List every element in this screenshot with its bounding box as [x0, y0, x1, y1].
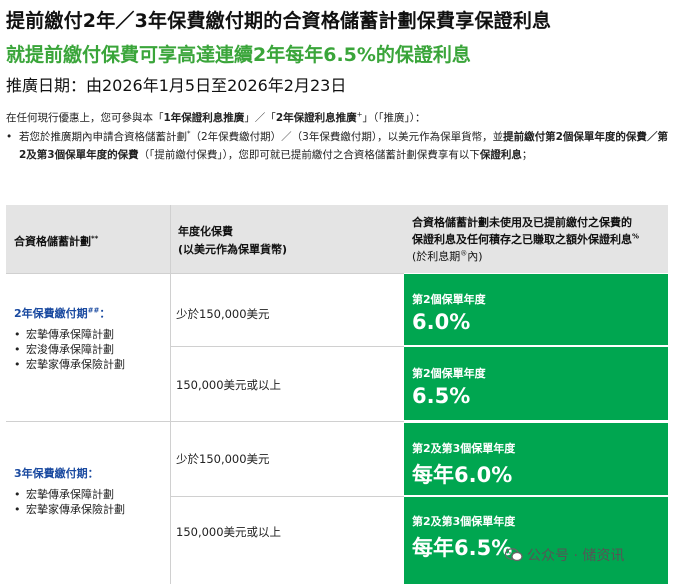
promo-headline: 就提前繳付保費可享高達連續2年每年6.5%的保證利息	[6, 44, 471, 66]
promo-period: 推廣日期：由2026年1月5日至2026年2月23日	[6, 76, 347, 95]
rate-cell: 第2及第3個保單年度 每年6.0%	[404, 423, 668, 495]
header-guaranteed-interest: 合資格儲蓄計劃未使用及已提前繳付之保費的 保證利息及任何積存之已賺取之額外保證利…	[404, 205, 668, 273]
header-premium: 年度化保費 (以美元作為保單貨幣)	[170, 205, 404, 273]
page-title: 提前繳付2年／3年保費繳付期的合資格儲蓄計劃保費享保證利息	[6, 10, 552, 32]
premium-tier: 少於150,000美元	[176, 307, 270, 321]
row-divider	[6, 421, 404, 422]
group-2yr-payment: 2年保費繳付期##： 宏摯傳承保障計劃 宏浚傳承保障計劃 宏摯家傳承保險計劃	[6, 273, 170, 421]
group-label: 3年保費繳付期：	[14, 467, 99, 480]
premium-tier: 少於150,000美元	[176, 452, 270, 466]
row-divider	[170, 496, 404, 497]
watermark: 公众号 · 储资讯	[504, 545, 624, 565]
group-3yr-payment: 3年保費繳付期： 宏摯傳承保障計劃 宏摯家傳承保險計劃	[6, 421, 170, 584]
group-label: 2年保費繳付期##：	[14, 306, 111, 320]
column-divider	[170, 205, 171, 584]
plan-item: 宏摯傳承保障計劃	[14, 327, 125, 342]
intro-paragraph: 在任何現行優惠上，您可參與本「1年保證利息推廣」／「2年保證利息推廣+」（「推廣…	[6, 110, 426, 124]
plan-item: 宏摯家傳承保險計劃	[14, 357, 125, 372]
bullet-dot: •	[6, 131, 13, 143]
row-divider	[6, 273, 404, 274]
premium-tier: 150,000美元或以上	[176, 525, 282, 539]
bullet-text: 若您於推廣期內申請合資格儲蓄計劃*（2年保費繳付期）／（3年保費繳付期），以美元…	[19, 129, 668, 161]
header-plan: 合資格儲蓄計劃**	[6, 205, 170, 273]
plan-item: 宏摯家傳承保險計劃	[14, 502, 125, 517]
rate-cell: 第2及第3個保單年度 每年6.5%	[404, 497, 668, 584]
wechat-icon	[504, 548, 523, 562]
premium-tier: 150,000美元或以上	[176, 378, 282, 392]
interest-rate-table: 合資格儲蓄計劃** 年度化保費 (以美元作為保單貨幣) 合資格儲蓄計劃未使用及已…	[6, 205, 668, 584]
rate-cell: 第2個保單年度 6.0%	[404, 274, 668, 345]
plan-item: 宏浚傳承保障計劃	[14, 342, 125, 357]
intro-bullet: • 若您於推廣期內申請合資格儲蓄計劃*（2年保費繳付期）／（3年保費繳付期），以…	[6, 128, 671, 164]
plan-item: 宏摯傳承保障計劃	[14, 487, 125, 502]
row-divider	[170, 346, 404, 347]
rate-cell: 第2個保單年度 6.5%	[404, 347, 668, 420]
